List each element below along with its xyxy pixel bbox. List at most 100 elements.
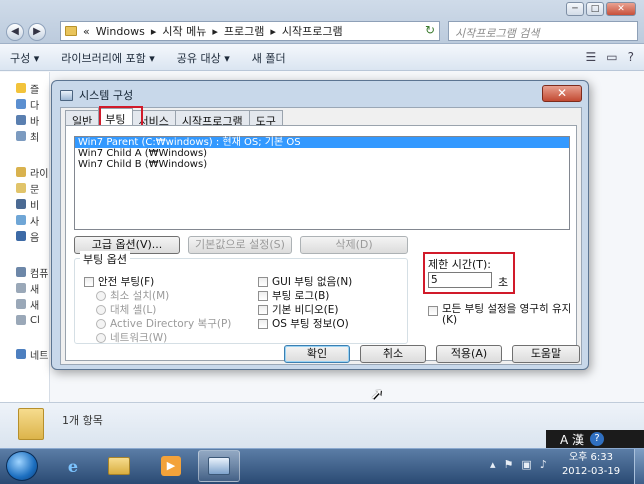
nav-computer[interactable]: 컴퓨 (16, 264, 48, 280)
checkbox-box[interactable] (258, 318, 268, 329)
safe-boot-checkbox[interactable]: 안전 부팅(F) (84, 274, 154, 289)
address-separator-icon[interactable]: ▸ (270, 25, 276, 38)
address-part-programs[interactable]: 프로그램 (224, 23, 264, 39)
search-input[interactable]: 시작프로그램 검색 (448, 21, 638, 41)
os-list-item[interactable]: Win7 Child B (₩Windows) (75, 159, 569, 170)
nav-music[interactable]: 음 (16, 228, 39, 244)
close-button[interactable]: ✕ (606, 2, 636, 16)
os-list-item[interactable]: Win7 Parent (C:₩windows) : 현재 OS; 기본 OS (75, 137, 569, 148)
network-radio[interactable]: 네트워크(W) (96, 330, 167, 345)
minimal-radio[interactable]: 최소 설치(M) (96, 288, 169, 303)
address-separator-icon[interactable]: ▸ (212, 25, 218, 38)
tab-general[interactable]: 일반 (65, 110, 100, 128)
radio-circle[interactable] (96, 318, 106, 329)
boot-tab-panel: Win7 Parent (C:₩windows) : 현재 OS; 기본 OS … (65, 125, 577, 361)
nav-label: 다 (30, 100, 40, 112)
share-with-button[interactable]: 공유 대상 ▾ (177, 50, 230, 66)
os-boot-info-label: OS 부팅 정보(O) (272, 318, 349, 330)
include-in-library-button[interactable]: 라이브러리에 포함 ▾ (61, 50, 154, 66)
no-gui-boot-checkbox[interactable]: GUI 부팅 없음(N) (258, 274, 352, 289)
delete-button[interactable]: 삭제(D) (300, 236, 408, 254)
network-status-icon[interactable]: ▣ (521, 458, 531, 471)
nav-label: 네트 (30, 350, 49, 362)
nav-videos[interactable]: 비 (16, 196, 39, 212)
nav-pictures[interactable]: 사 (16, 212, 39, 228)
dialog-close-button[interactable]: ✕ (542, 85, 582, 102)
system-configuration-dialog: 시스템 구성 ✕ 일반 부팅 서비스 시작프로그램 도구 Win7 Parent… (51, 80, 589, 370)
new-folder-button[interactable]: 새 폴더 (252, 50, 286, 66)
refresh-icon[interactable]: ↻ (422, 23, 438, 39)
show-hidden-icons-icon[interactable]: ▴ (490, 458, 496, 471)
language-help-icon[interactable]: ? (590, 432, 605, 446)
msconfig-taskbar-icon[interactable] (198, 450, 240, 482)
address-part-startup[interactable]: 시작프로그램 (282, 23, 343, 39)
make-permanent-checkbox[interactable]: 모든 부팅 설정을 영구히 유지(K) (428, 304, 574, 326)
radio-circle[interactable] (96, 290, 106, 301)
base-video-checkbox[interactable]: 기본 비디오(E) (258, 302, 338, 317)
alternate-shell-radio[interactable]: 대체 셸(L) (96, 302, 156, 317)
help-button[interactable]: 도움말 (512, 345, 580, 363)
minimize-button[interactable]: ─ (566, 2, 584, 16)
media-player-icon[interactable]: ▶ (150, 450, 192, 482)
back-button[interactable]: ◀ (6, 23, 24, 41)
maximize-button[interactable]: □ (586, 2, 604, 16)
picture-icon (16, 215, 26, 225)
os-list[interactable]: Win7 Parent (C:₩windows) : 현재 OS; 기본 OS … (74, 136, 570, 230)
radio-circle[interactable] (96, 332, 106, 343)
nav-label: 비 (30, 200, 40, 212)
boot-log-checkbox[interactable]: 부팅 로그(B) (258, 288, 329, 303)
file-explorer-taskbar-icon[interactable] (98, 450, 140, 482)
nav-drive-1[interactable]: 새 (16, 280, 39, 296)
ad-repair-radio[interactable]: Active Directory 복구(P) (96, 316, 231, 331)
nav-desktop[interactable]: 다 (16, 96, 39, 112)
nav-libraries[interactable]: 라이 (16, 164, 48, 180)
os-list-item[interactable]: Win7 Child A (₩Windows) (75, 148, 569, 159)
preview-pane-icon[interactable]: ▭ (606, 50, 617, 64)
internet-explorer-icon[interactable]: e (52, 450, 94, 482)
flag-icon[interactable]: ⚑ (504, 458, 514, 471)
start-button-icon[interactable] (6, 451, 38, 481)
tab-startup[interactable]: 시작프로그램 (174, 110, 250, 128)
drive-icon (16, 283, 26, 293)
help-icon[interactable]: ? (628, 50, 634, 64)
os-boot-info-checkbox[interactable]: OS 부팅 정보(O) (258, 316, 349, 331)
set-default-button[interactable]: 기본값으로 설정(S) (188, 236, 292, 254)
tab-tools[interactable]: 도구 (248, 110, 283, 128)
organize-button[interactable]: 구성 ▾ (10, 50, 39, 66)
address-bar[interactable]: « Windows ▸ 시작 메뉴 ▸ 프로그램 ▸ 시작프로그램 (60, 21, 440, 41)
nav-downloads[interactable]: 바 (16, 112, 39, 128)
checkbox-box[interactable] (84, 276, 94, 287)
nav-favorites[interactable]: 즐 (16, 80, 39, 96)
volume-icon[interactable]: ♪ (540, 458, 547, 471)
checkbox-box[interactable] (258, 276, 268, 287)
boot-tab-highlight (99, 106, 143, 127)
language-indicator[interactable]: A 漢 (560, 431, 584, 448)
checkbox-box[interactable] (428, 306, 438, 316)
show-desktop-button[interactable] (634, 449, 644, 484)
apply-button[interactable]: 적용(A) (436, 345, 502, 363)
nav-label: 바 (30, 116, 40, 128)
network-icon (16, 349, 26, 359)
address-part-windows[interactable]: Windows (96, 25, 145, 38)
radio-circle[interactable] (96, 304, 106, 315)
nav-label: 새 (30, 300, 40, 312)
nav-drive-2[interactable]: 새 (16, 296, 39, 312)
nav-label: 새 (30, 284, 40, 296)
nav-documents[interactable]: 문 (16, 180, 39, 196)
nav-network[interactable]: 네트 (16, 346, 48, 362)
system-clock[interactable]: 오후 6:33 2012-03-19 (560, 451, 622, 479)
address-separator-icon[interactable]: ▸ (151, 25, 157, 38)
checkbox-box[interactable] (258, 290, 268, 301)
address-part-start-menu[interactable]: 시작 메뉴 (162, 23, 206, 39)
cancel-button[interactable]: 취소 (360, 345, 426, 363)
forward-button[interactable]: ▶ (28, 23, 46, 41)
nav-drive-3[interactable]: Cl (16, 312, 40, 328)
ok-button[interactable]: 확인 (284, 345, 350, 363)
nav-recent[interactable]: 최 (16, 128, 39, 144)
language-bar[interactable]: A 漢 ? (546, 430, 644, 448)
checkbox-box[interactable] (258, 304, 268, 315)
view-options-icon[interactable]: ☰ (586, 50, 597, 64)
star-icon (16, 83, 26, 93)
mouse-cursor-icon: ➚ (370, 384, 384, 403)
download-icon (16, 115, 26, 125)
